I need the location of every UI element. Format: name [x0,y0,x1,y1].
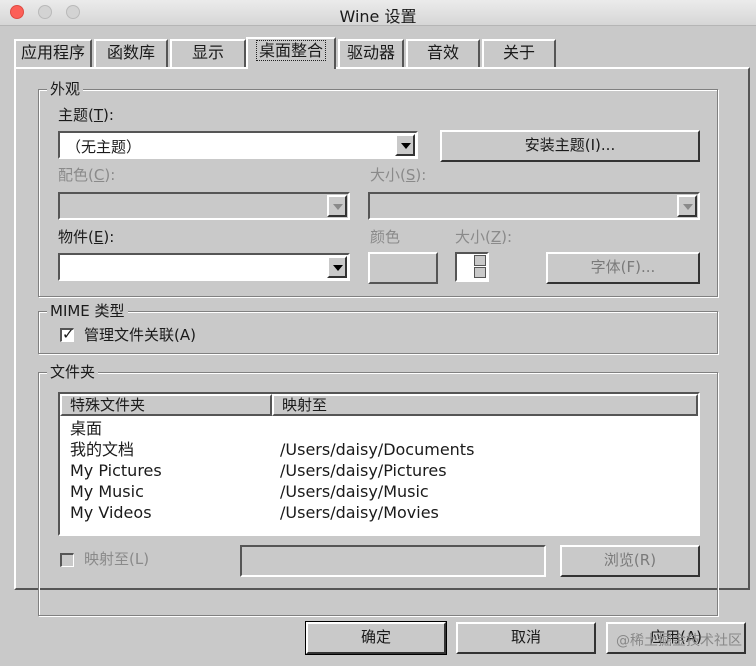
map-to-path-field[interactable] [240,545,546,577]
chevron-down-icon[interactable] [327,195,347,217]
window-title: Wine 设置 [339,7,417,26]
chevron-down-icon[interactable] [677,195,697,217]
list-item[interactable]: My Pictures /Users/daisy/Pictures [60,460,698,481]
tab-label: 显示 [191,43,224,62]
special-folders-list[interactable]: 特殊文件夹 映射至 桌面 我的文档 /Users/daisy/Documents… [58,392,700,536]
folders-group-label: 文件夹 [47,363,99,381]
color-scheme-label: 配色(C): [58,166,116,184]
theme-select-value: （无主题） [66,138,142,156]
item-select[interactable] [58,253,350,281]
cancel-button[interactable]: 取消 [456,622,596,654]
checkmark-icon: ✓ [62,325,75,343]
ok-button[interactable]: 确定 [305,621,447,655]
item-color-label: 颜色 [370,228,401,246]
spin-down-icon[interactable] [474,267,486,278]
title-bar: Wine 设置 [0,0,756,26]
list-item[interactable]: My Music /Users/daisy/Music [60,481,698,502]
size-select[interactable] [368,192,700,220]
item-color-button[interactable] [368,252,438,284]
mime-group-label: MIME 类型 [47,302,128,320]
tab-label: 应用程序 [20,43,85,62]
map-to-label: 映射至(L) [84,550,150,568]
window-body: 应用程序 函数库 显示 桌面整合 驱动器 音效 关于 外观 主题(T): （无主… [0,26,756,666]
watermark: @稀土掘金技术社区 [616,633,742,649]
list-item[interactable]: 我的文档 /Users/daisy/Documents [60,439,698,460]
font-button[interactable]: 字体(F)... [546,252,700,284]
tab-label: 函数库 [106,43,155,62]
browse-button[interactable]: 浏览(R) [560,545,700,577]
tab-applications[interactable]: 应用程序 [14,39,92,67]
tab-label: 音效 [426,43,459,62]
list-item[interactable]: My Videos /Users/daisy/Movies [60,502,698,523]
item-size-label: 大小(Z): [455,228,513,246]
spin-up-icon[interactable] [474,255,486,266]
column-header-special-folder[interactable]: 特殊文件夹 [60,394,272,416]
item-label: 物件(E): [58,228,115,246]
tab-graphics[interactable]: 显示 [170,39,246,67]
chevron-down-icon[interactable] [327,256,347,278]
tab-label: 关于 [502,43,535,62]
manage-associations-label: 管理文件关联(A) [84,326,196,344]
item-size-spinner[interactable] [455,252,489,282]
tab-desktop-integration[interactable]: 桌面整合 [246,37,336,69]
size-label: 大小(S): [370,166,427,184]
theme-label: 主题(T): [58,106,114,124]
tab-label: 桌面整合 [255,40,326,61]
tab-drives[interactable]: 驱动器 [338,39,404,67]
color-scheme-select[interactable] [58,192,350,220]
tab-libraries[interactable]: 函数库 [94,39,168,67]
tab-about[interactable]: 关于 [482,39,556,67]
chevron-down-icon[interactable] [395,134,415,156]
appearance-group-label: 外观 [47,80,84,98]
map-to-checkbox[interactable] [60,553,74,567]
column-header-mapped-to[interactable]: 映射至 [272,394,698,416]
list-item[interactable]: 桌面 [60,418,698,439]
manage-associations-checkbox[interactable]: ✓ [60,325,75,343]
install-theme-button[interactable]: 安装主题(I)... [440,130,700,162]
tab-label: 驱动器 [346,43,395,62]
theme-select[interactable]: （无主题） [58,131,418,159]
tab-audio[interactable]: 音效 [406,39,480,67]
